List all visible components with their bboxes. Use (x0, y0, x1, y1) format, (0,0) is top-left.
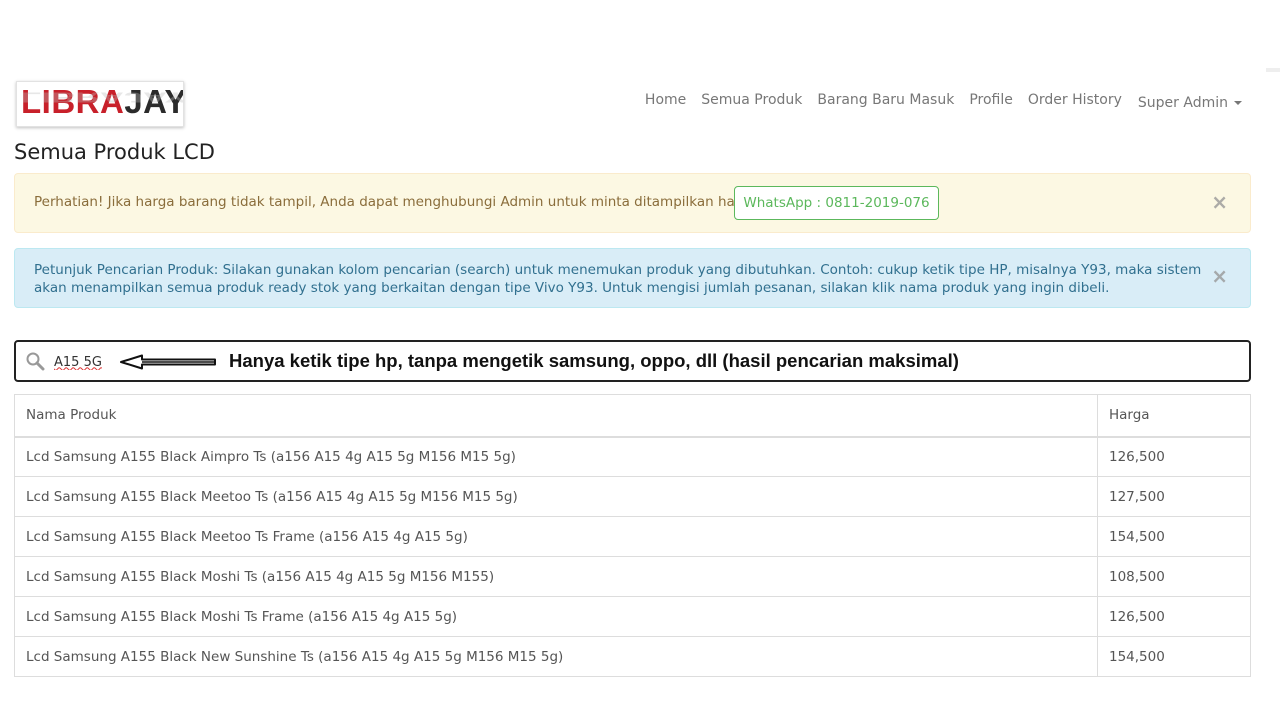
product-price: 154,500 (1097, 516, 1251, 557)
main-nav: Home Semua Produk Barang Baru Masuk Prof… (630, 90, 1242, 113)
brand-logo[interactable]: LIBRAJAYA LIBRAJAYA (16, 81, 184, 127)
search-box[interactable]: Hanya ketik tipe hp, tanpa mengetik sams… (14, 340, 1251, 382)
product-name[interactable]: Lcd Samsung A155 Black New Sunshine Ts (… (14, 636, 1098, 677)
product-price: 108,500 (1097, 556, 1251, 597)
search-hint-annotation: Hanya ketik tipe hp, tanpa mengetik sams… (229, 350, 959, 371)
table-row[interactable]: Lcd Samsung A155 Black Moshi Ts (a156 A1… (14, 556, 1251, 597)
product-name[interactable]: Lcd Samsung A155 Black Meetoo Ts (a156 A… (14, 476, 1098, 517)
search-input[interactable] (52, 350, 116, 374)
page-title: Semua Produk LCD (14, 140, 215, 164)
close-icon[interactable]: × (1211, 192, 1228, 212)
product-name[interactable]: Lcd Samsung A155 Black Moshi Ts (a156 A1… (14, 556, 1098, 597)
info-alert-text: Petunjuk Pencarian Produk: Silakan gunak… (34, 262, 1202, 296)
nav-semua-produk[interactable]: Semua Produk (701, 90, 802, 110)
logo-reflection: LIBRAJAYA (21, 89, 184, 106)
info-alert: Petunjuk Pencarian Produk: Silakan gunak… (14, 248, 1251, 308)
close-icon[interactable]: × (1211, 266, 1228, 286)
nav-home[interactable]: Home (645, 90, 686, 110)
user-menu-label: Super Admin (1137, 95, 1228, 111)
column-header-harga[interactable]: Harga (1097, 394, 1251, 438)
table-row[interactable]: Lcd Samsung A155 Black Aimpro Ts (a156 A… (14, 436, 1251, 477)
warning-alert-text: Perhatian! Jika harga barang tidak tampi… (34, 194, 762, 210)
products-table: Nama Produk Harga Lcd Samsung A155 Black… (14, 394, 1251, 677)
table-row[interactable]: Lcd Samsung A155 Black Meetoo Ts (a156 A… (14, 476, 1251, 517)
search-icon (25, 351, 45, 375)
page-edge-marker (1266, 68, 1280, 72)
column-header-nama-produk[interactable]: Nama Produk (14, 394, 1098, 438)
user-menu-dropdown[interactable]: Super Admin (1138, 93, 1242, 113)
whatsapp-button[interactable]: WhatsApp : 0811-2019-076 (734, 186, 939, 220)
table-row[interactable]: Lcd Samsung A155 Black Meetoo Ts Frame (… (14, 516, 1251, 557)
warning-alert: Perhatian! Jika harga barang tidak tampi… (14, 173, 1251, 233)
table-header-row: Nama Produk Harga (14, 394, 1251, 438)
arrow-left-icon (120, 354, 216, 374)
product-name[interactable]: Lcd Samsung A155 Black Meetoo Ts Frame (… (14, 516, 1098, 557)
caret-down-icon (1234, 101, 1242, 105)
screenshot-crop-area (0, 678, 1280, 720)
product-price: 154,500 (1097, 636, 1251, 677)
nav-profile[interactable]: Profile (969, 90, 1013, 110)
product-price: 127,500 (1097, 476, 1251, 517)
product-name[interactable]: Lcd Samsung A155 Black Aimpro Ts (a156 A… (14, 436, 1098, 477)
nav-order-history[interactable]: Order History (1028, 90, 1122, 110)
product-name[interactable]: Lcd Samsung A155 Black Moshi Ts Frame (a… (14, 596, 1098, 637)
product-price: 126,500 (1097, 596, 1251, 637)
nav-barang-baru-masuk[interactable]: Barang Baru Masuk (817, 90, 954, 110)
product-price: 126,500 (1097, 436, 1251, 477)
table-row[interactable]: Lcd Samsung A155 Black Moshi Ts Frame (a… (14, 596, 1251, 637)
table-row[interactable]: Lcd Samsung A155 Black New Sunshine Ts (… (14, 636, 1251, 677)
